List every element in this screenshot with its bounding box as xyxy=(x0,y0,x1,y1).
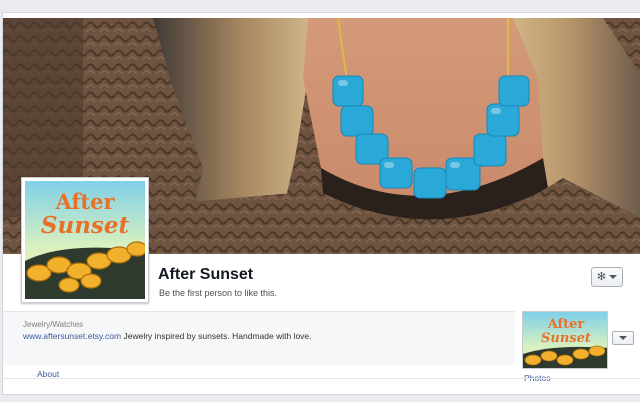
photos-thumbnail-image: After Sunset xyxy=(523,312,607,368)
svg-text:After: After xyxy=(547,317,585,332)
page-title[interactable]: After Sunset xyxy=(158,266,253,284)
svg-text:Sunset: Sunset xyxy=(41,212,130,239)
gear-icon: ✻ xyxy=(596,270,607,283)
chevron-down-icon xyxy=(619,336,627,340)
page-description: www.aftersunset.etsy.com Jewelry inspire… xyxy=(23,331,312,341)
website-link[interactable]: www.aftersunset.etsy.com xyxy=(23,331,121,341)
page-timeline: After Sunset After Sunset Be the first p… xyxy=(2,12,640,395)
chevron-down-icon xyxy=(609,275,618,279)
profile-picture[interactable]: After Sunset xyxy=(21,177,149,303)
settings-button[interactable]: ✻ xyxy=(591,267,623,287)
page-category: Jewelry/Watches xyxy=(23,320,84,329)
description-text: Jewelry inspired by sunsets. Handmade wi… xyxy=(121,331,312,341)
divider xyxy=(3,378,640,379)
after-sunset-logo: After Sunset xyxy=(25,181,145,299)
expand-apps-button[interactable] xyxy=(612,331,634,345)
svg-text:After: After xyxy=(54,189,115,214)
like-prompt: Be the first person to like this. xyxy=(159,288,278,298)
svg-text:Sunset: Sunset xyxy=(541,331,591,346)
photos-thumbnail[interactable]: After Sunset xyxy=(522,311,608,369)
